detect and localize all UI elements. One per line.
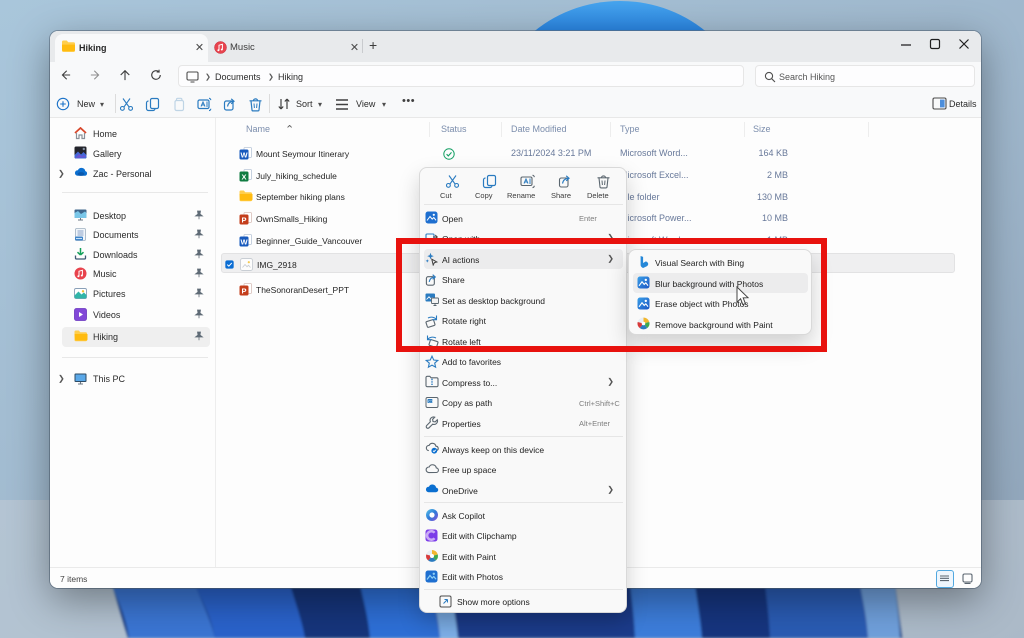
- svg-text:W: W: [240, 150, 248, 159]
- svg-text:W: W: [240, 237, 248, 246]
- svg-text:P: P: [241, 215, 246, 224]
- svg-text:P: P: [241, 286, 246, 295]
- svg-text:C:\: C:\: [428, 399, 433, 403]
- svg-text:X: X: [241, 172, 246, 181]
